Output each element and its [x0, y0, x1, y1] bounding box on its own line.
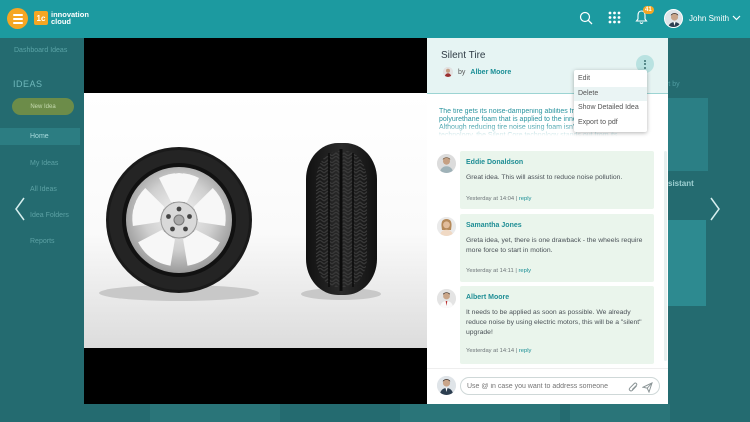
author-avatar — [443, 67, 453, 77]
comment-meta: Yesterday at 14:04 | reply — [466, 196, 532, 202]
app-logo[interactable]: 1c innovation cloud — [34, 11, 95, 25]
menu-item-show-detailed-idea[interactable]: Show Detailed Idea — [574, 101, 647, 116]
background-card — [668, 98, 708, 171]
comment-composer — [427, 368, 668, 404]
breadcrumb: Dashboard Ideas — [14, 47, 68, 54]
notification-count-badge: 41 — [643, 6, 654, 14]
comment-meta: Yesterday at 14:14 | reply — [466, 348, 532, 354]
reply-link[interactable]: reply — [519, 348, 532, 354]
comment-bubble: Albert Moore It needs to be applied as s… — [460, 286, 654, 364]
background-card-caption: sistant — [668, 179, 694, 188]
sidebar-item-reports[interactable]: Reports — [30, 238, 55, 245]
user-menu-chevron-icon[interactable] — [732, 14, 741, 23]
comment-time: Yesterday at 14:14 — [466, 348, 515, 354]
menu-item-export-to-pdf[interactable]: Export to pdf — [574, 116, 647, 131]
attachment-paperclip-icon[interactable] — [628, 380, 639, 398]
comment-text: It needs to be applied as soon as possib… — [466, 309, 642, 336]
comments-scrollbar[interactable] — [664, 151, 667, 361]
background-card — [150, 404, 280, 422]
comment-meta: Yesterday at 14:11 | reply — [466, 268, 532, 274]
user-avatar[interactable] — [664, 9, 683, 28]
background-card — [668, 220, 706, 306]
sidebar-item-all-ideas[interactable]: All Ideas — [30, 186, 57, 193]
section-title: IDEAS — [13, 79, 43, 89]
comment-author[interactable]: Albert Moore — [466, 294, 509, 301]
commenter-avatar — [437, 289, 456, 308]
new-idea-button[interactable]: New Idea — [12, 98, 74, 115]
search-icon[interactable] — [579, 11, 593, 30]
comment-text: Great idea. This will assist to reduce n… — [466, 174, 623, 181]
comment-author[interactable]: Eddie Donaldson — [466, 159, 523, 166]
idea-image — [84, 93, 427, 348]
logo-text: innovation cloud — [51, 10, 89, 26]
reply-link[interactable]: reply — [519, 196, 532, 202]
menu-item-edit[interactable]: Edit — [574, 72, 647, 87]
logo-badge: 1c — [34, 11, 48, 25]
previous-idea-arrow-icon[interactable] — [14, 196, 26, 228]
apps-grid-icon[interactable] — [608, 11, 621, 29]
comment-text: Greta idea, yet, there is one drawback -… — [466, 237, 643, 254]
background-card — [400, 404, 560, 422]
send-icon[interactable] — [641, 380, 653, 398]
comment-time: Yesterday at 14:04 — [466, 196, 515, 202]
comment-author[interactable]: Samantha Jones — [466, 222, 522, 229]
next-idea-arrow-icon[interactable] — [709, 196, 721, 228]
by-label: by — [458, 68, 466, 76]
idea-author-row: by Alber Moore — [443, 67, 511, 77]
idea-options-menu: Edit Delete Show Detailed Idea Export to… — [574, 70, 647, 132]
background-card — [570, 404, 670, 422]
sidebar-item-my-ideas[interactable]: My Ideas — [30, 160, 58, 167]
comment-time: Yesterday at 14:11 — [466, 268, 514, 274]
menu-item-delete[interactable]: Delete — [574, 86, 647, 101]
commenter-avatar — [437, 154, 456, 173]
user-name[interactable]: John Smith — [689, 14, 729, 23]
background-label: rt by — [666, 81, 680, 88]
current-user-avatar — [437, 376, 456, 395]
commenter-avatar — [437, 217, 456, 236]
idea-author-link[interactable]: Alber Moore — [470, 69, 511, 76]
sidebar-item-home[interactable]: Home — [0, 128, 80, 145]
idea-title: Silent Tire — [441, 50, 486, 61]
idea-media-viewer — [84, 38, 427, 404]
comment-bubble: Samantha Jones Greta idea, yet, there is… — [460, 214, 654, 282]
comments-list: Eddie Donaldson Great idea. This will as… — [427, 149, 668, 364]
comment-bubble: Eddie Donaldson Great idea. This will as… — [460, 151, 654, 209]
reply-link[interactable]: reply — [518, 268, 531, 274]
sidebar-item-idea-folders[interactable]: Idea Folders — [30, 212, 69, 219]
hamburger-menu-button[interactable] — [7, 8, 28, 29]
top-bar: 1c innovation cloud 41 John Smith — [0, 0, 750, 38]
